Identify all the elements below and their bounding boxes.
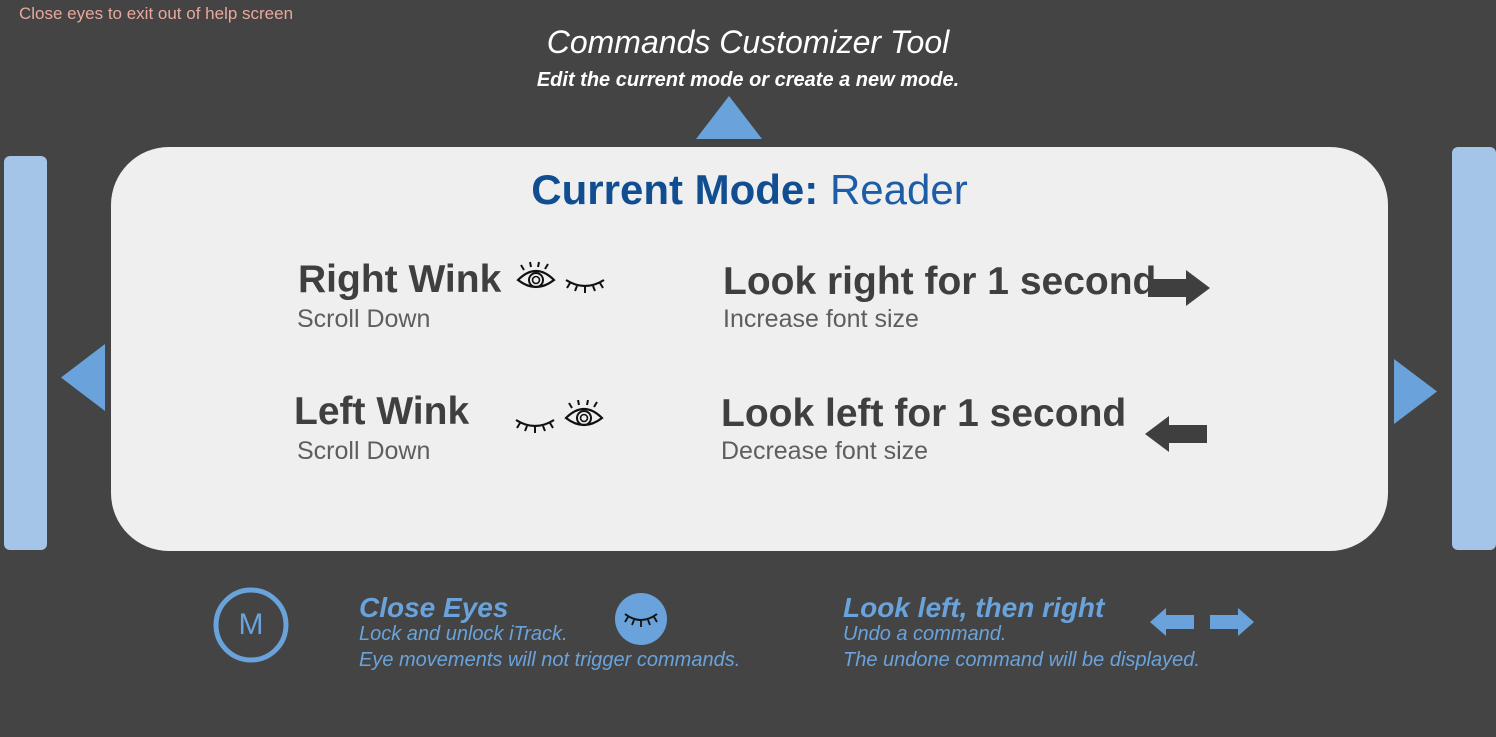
look-left-right-title: Look left, then right [843,592,1105,623]
next-mode-arrow-button[interactable] [1394,359,1437,424]
current-mode-heading: Current Mode: Reader [111,166,1388,214]
close-eyes-title: Close Eyes [359,592,509,623]
left-wink-icon [515,400,604,433]
command-title-look-right: Look right for 1 second [723,260,1157,303]
current-mode-label: Current Mode: [531,166,819,213]
command-title-look-left: Look left for 1 second [721,392,1127,435]
right-wink-icon [516,261,605,293]
close-eyes-line1: Lock and unlock iTrack. [359,623,568,645]
left-right-arrows-icon [1150,608,1254,636]
command-title-right-wink: Right Wink [298,258,502,301]
command-desc-left-wink: Scroll Down [297,437,431,465]
current-mode-value: Reader [829,166,968,213]
arrow-left-icon [1145,416,1207,452]
tool-title: Commands Customizer Tool [546,24,950,60]
command-title-left-wink: Left Wink [294,390,470,433]
look-left-right-line1: Undo a command. [843,623,1007,645]
left-side-panel[interactable] [4,156,47,550]
up-arrow-button[interactable] [696,96,762,139]
look-left-right-line2: The undone command will be displayed. [843,649,1200,671]
command-desc-right-wink: Scroll Down [297,305,431,333]
exit-hint-text: Close eyes to exit out of help screen [19,4,294,23]
command-desc-look-left: Decrease font size [721,437,929,465]
tool-subtitle: Edit the current mode or create a new mo… [536,69,960,91]
close-eyes-line2: Eye movements will not trigger commands. [359,649,741,671]
mode-menu-label: M [238,608,264,641]
right-side-panel[interactable] [1452,147,1496,550]
command-desc-look-right: Increase font size [723,305,919,333]
closed-eye-icon [615,593,667,645]
arrow-right-icon [1148,270,1210,306]
previous-mode-arrow-button[interactable] [61,344,105,411]
